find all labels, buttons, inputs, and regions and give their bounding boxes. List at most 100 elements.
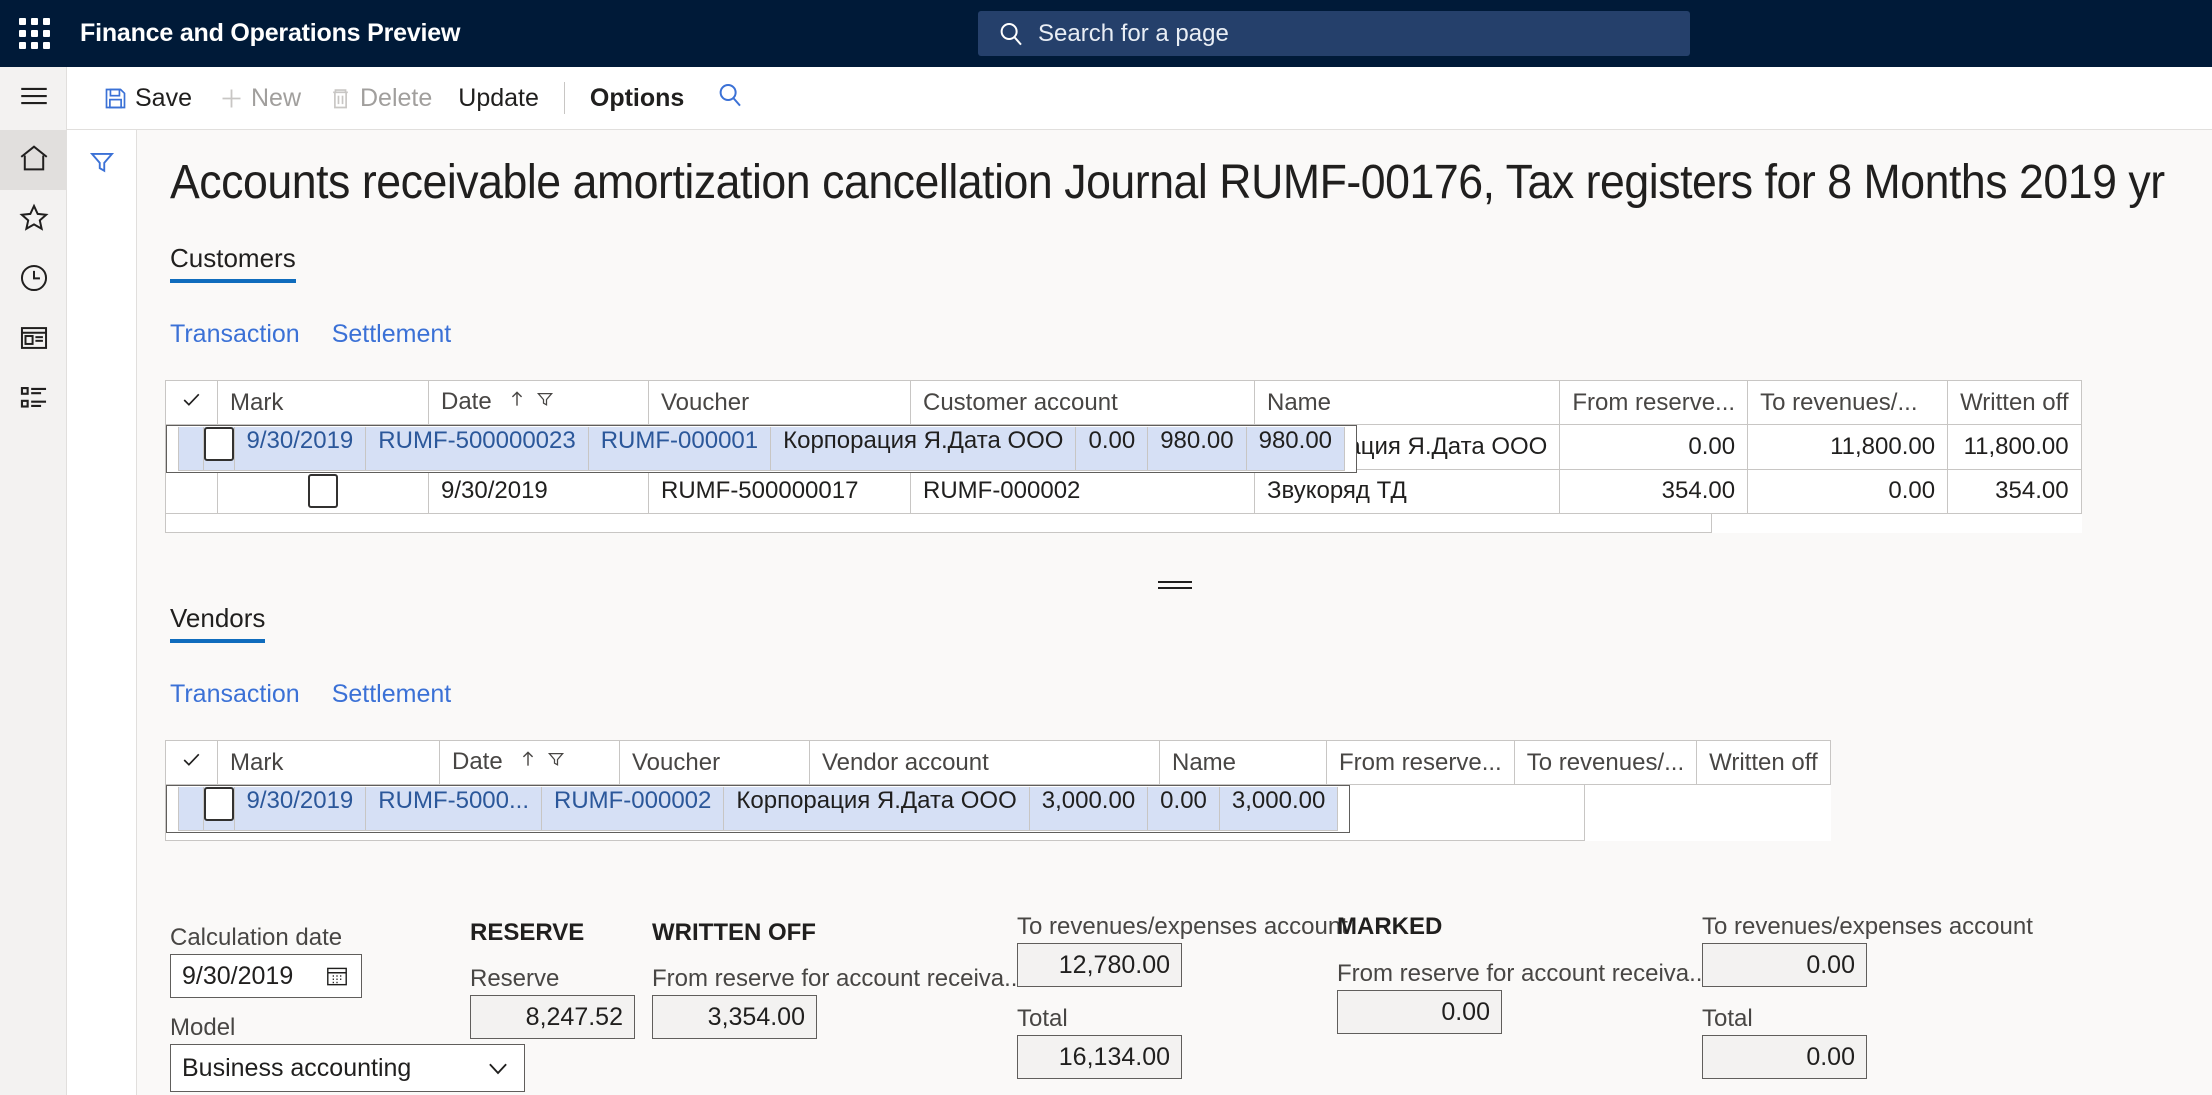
- options-label: Options: [589, 83, 685, 112]
- marked-group-label: MARKED: [1337, 913, 1443, 940]
- column-label-mark: Mark: [230, 748, 284, 776]
- column-header-mark[interactable]: Mark: [217, 740, 440, 785]
- cell-written-off: 980.00: [1246, 427, 1346, 471]
- app-launcher-button[interactable]: [0, 0, 68, 67]
- column-header-voucher[interactable]: Voucher: [619, 740, 810, 785]
- calendar-icon[interactable]: [324, 963, 350, 989]
- workspace-icon: [17, 321, 51, 360]
- column-label-name: Name: [1172, 748, 1237, 776]
- cell-date[interactable]: 9/30/2019: [234, 427, 367, 471]
- column-header-from-reserve[interactable]: From reserve...: [1326, 740, 1515, 785]
- cell-account[interactable]: RUMF-000002: [541, 787, 725, 831]
- save-icon: [102, 85, 129, 112]
- marked-total-value: 0.00: [1806, 1042, 1855, 1071]
- row-mark-cell[interactable]: [203, 787, 235, 831]
- row-indicator: [177, 787, 204, 831]
- written-off-to-revenues-field[interactable]: 12,780.00: [1017, 943, 1182, 987]
- column-header-to-revenues[interactable]: To revenues/...: [1747, 380, 1949, 425]
- home-icon: [17, 141, 51, 180]
- sidebar-item-workspaces[interactable]: [0, 310, 67, 370]
- filter-icon[interactable]: [546, 748, 566, 777]
- sidebar-item-favorites[interactable]: [0, 190, 67, 250]
- delete-label: Delete: [360, 83, 433, 112]
- left-navigation-rail: [0, 67, 67, 1095]
- tab-customers[interactable]: Customers: [170, 243, 296, 283]
- column-label-date: Date: [452, 747, 503, 775]
- written-off-total-field[interactable]: 16,134.00: [1017, 1035, 1182, 1079]
- marked-total-label: Total: [1702, 1005, 1753, 1032]
- model-select[interactable]: Business accounting: [170, 1044, 525, 1092]
- customers-link-transaction[interactable]: Transaction: [170, 320, 300, 349]
- tab-vendors[interactable]: Vendors: [170, 603, 266, 643]
- mark-checkbox[interactable]: [203, 427, 234, 461]
- cell-voucher[interactable]: RUMF-5000...: [366, 787, 542, 831]
- written-off-from-reserve-field[interactable]: 3,354.00: [652, 995, 817, 1039]
- column-header-vendor-account[interactable]: Vendor account: [809, 740, 1160, 785]
- select-all-header[interactable]: [165, 380, 218, 425]
- navigation-menu-button[interactable]: [0, 67, 67, 130]
- written-off-to-revenues-value: 12,780.00: [1058, 950, 1170, 979]
- vendors-link-transaction[interactable]: Transaction: [170, 680, 300, 709]
- column-header-date[interactable]: Date: [428, 380, 649, 425]
- cell-date[interactable]: 9/30/2019: [428, 469, 649, 514]
- cell-to-revenues: 0.00: [1747, 469, 1949, 514]
- column-header-customer-account[interactable]: Customer account: [910, 380, 1255, 425]
- column-header-from-reserve[interactable]: From reserve...: [1559, 380, 1749, 425]
- customers-grid: Mark Date Voucher Customer account Name …: [165, 380, 2082, 533]
- calculation-date-input[interactable]: 9/30/2019: [170, 954, 362, 998]
- column-header-to-revenues[interactable]: To revenues/...: [1514, 740, 1698, 785]
- column-header-mark[interactable]: Mark: [217, 380, 429, 425]
- row-mark-cell[interactable]: [203, 427, 235, 471]
- column-label-name: Name: [1267, 388, 1332, 416]
- filter-icon[interactable]: [535, 388, 555, 417]
- page-search-button[interactable]: [697, 76, 763, 120]
- tab-vendors-label: Vendors: [170, 603, 266, 633]
- cell-to-revenues: 0.00: [1148, 787, 1220, 831]
- marked-to-revenues-value: 0.00: [1806, 950, 1855, 979]
- vendors-link-settlement[interactable]: Settlement: [332, 680, 452, 709]
- save-button[interactable]: Save: [89, 76, 205, 120]
- column-header-written-off[interactable]: Written off: [1696, 740, 1831, 785]
- options-button[interactable]: Options: [577, 76, 697, 120]
- column-header-date[interactable]: Date: [439, 740, 620, 785]
- table-row[interactable]: 9/30/2019 RUMF-5000... RUMF-000002 Корпо…: [165, 785, 1351, 833]
- mark-checkbox[interactable]: [203, 787, 234, 821]
- reserve-value: 8,247.52: [525, 1002, 623, 1031]
- filter-button[interactable]: [87, 149, 117, 179]
- column-header-voucher[interactable]: Voucher: [648, 380, 911, 425]
- customers-table: Mark Date Voucher Customer account Name …: [165, 380, 2082, 514]
- customers-header-row: Mark Date Voucher Customer account Name …: [165, 380, 2082, 425]
- cell-account[interactable]: RUMF-000002: [910, 469, 1255, 514]
- marked-from-reserve-field[interactable]: 0.00: [1337, 990, 1502, 1034]
- column-header-name[interactable]: Name: [1159, 740, 1327, 785]
- row-mark-cell[interactable]: [217, 469, 429, 514]
- column-header-written-off[interactable]: Written off: [1947, 380, 2082, 425]
- table-row[interactable]: 9/30/2019 RUMF-500000017 RUMF-000002 Зву…: [165, 469, 2082, 514]
- customers-link-settlement[interactable]: Settlement: [332, 320, 452, 349]
- marked-to-revenues-field[interactable]: 0.00: [1702, 943, 1867, 987]
- update-button[interactable]: Update: [445, 76, 552, 120]
- column-label-date: Date: [441, 387, 492, 415]
- search-placeholder: Search for a page: [1038, 19, 1229, 47]
- cell-account[interactable]: RUMF-000001: [588, 427, 772, 471]
- marked-from-reserve-value: 0.00: [1441, 997, 1490, 1026]
- update-label: Update: [458, 83, 539, 112]
- search-input[interactable]: Search for a page: [978, 11, 1690, 56]
- sidebar-item-modules[interactable]: [0, 370, 67, 430]
- cell-voucher[interactable]: RUMF-500000023: [366, 427, 589, 471]
- mark-checkbox[interactable]: [308, 474, 338, 508]
- grid-splitter[interactable]: [137, 572, 2212, 598]
- marked-total-field[interactable]: 0.00: [1702, 1035, 1867, 1079]
- sidebar-item-home[interactable]: [0, 130, 67, 190]
- select-all-header[interactable]: [165, 740, 218, 785]
- delete-button[interactable]: Delete: [314, 76, 445, 120]
- vendors-sublinks: Transaction Settlement: [170, 680, 451, 709]
- cell-voucher[interactable]: RUMF-500000017: [648, 469, 911, 514]
- reserve-value-field[interactable]: 8,247.52: [470, 995, 635, 1039]
- sidebar-item-recent[interactable]: [0, 250, 67, 310]
- cell-date[interactable]: 9/30/2019: [234, 787, 367, 831]
- new-label: New: [250, 83, 301, 112]
- column-header-name[interactable]: Name: [1254, 380, 1561, 425]
- new-button[interactable]: New: [205, 76, 314, 120]
- table-row[interactable]: 9/30/2019 RUMF-500000023 RUMF-000001 Кор…: [165, 425, 1358, 473]
